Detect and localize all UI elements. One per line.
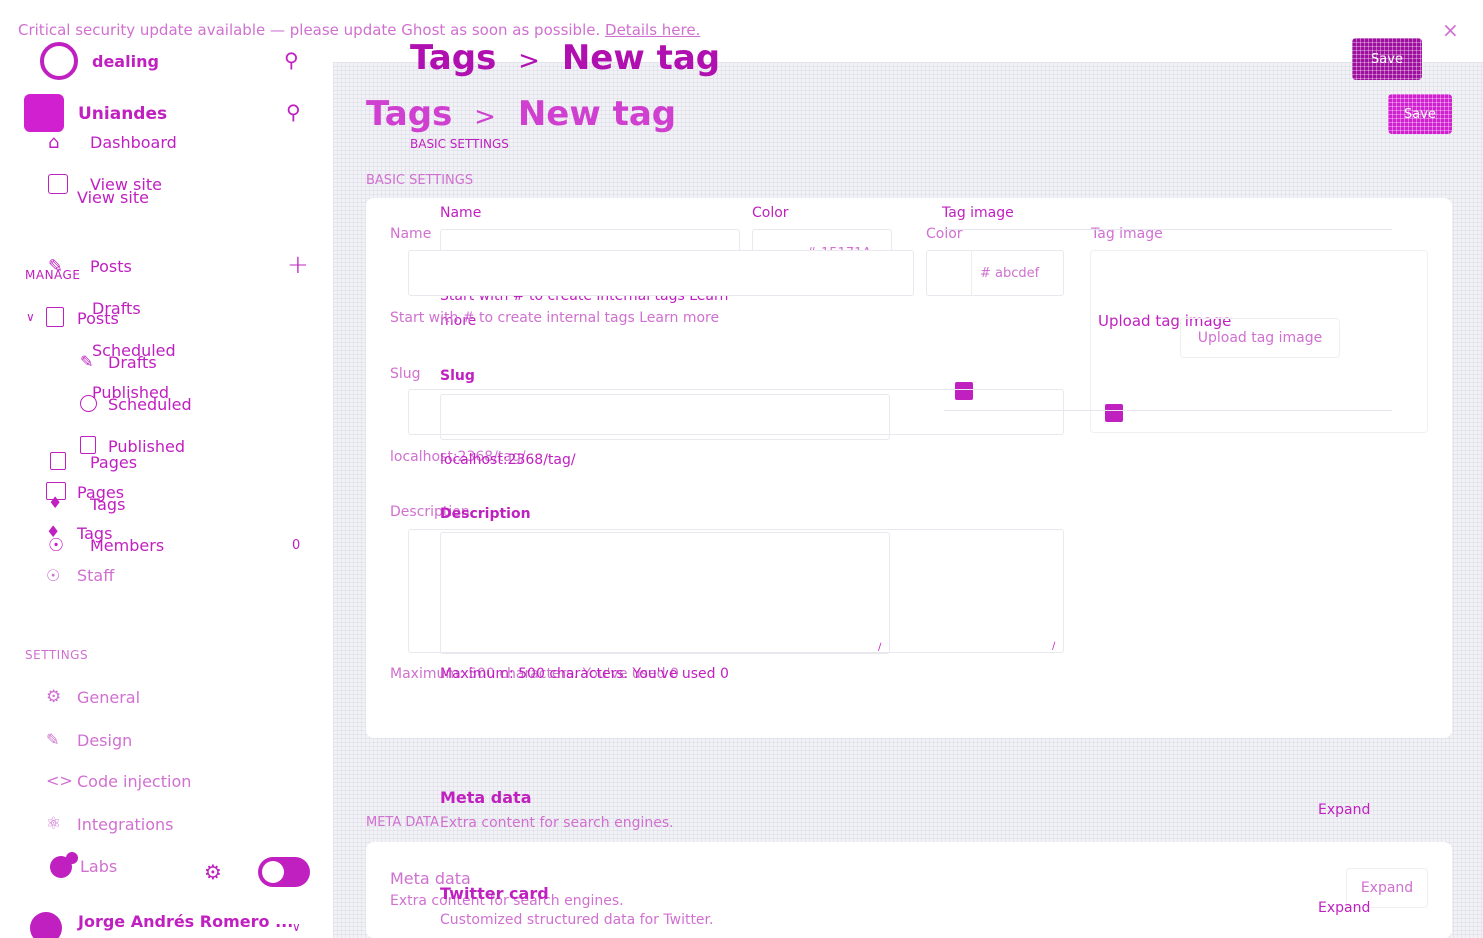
resize-handle-icon[interactable]: ∕ <box>1052 641 1055 652</box>
breadcrumb-current: New tag <box>517 94 677 134</box>
description-textarea[interactable] <box>408 529 1064 653</box>
site-logo-icon <box>40 42 78 80</box>
slug-input[interactable] <box>408 389 1064 435</box>
divider-top <box>944 229 1392 230</box>
chevron-down-icon[interactable]: ∨ <box>26 310 35 324</box>
name-input[interactable] <box>408 250 914 296</box>
site-name[interactable]: Uniandes <box>78 104 167 124</box>
sidebar-item-view-site-alt[interactable]: View site <box>77 188 149 207</box>
sidebar-item-scheduled-alt[interactable]: Scheduled <box>108 395 192 414</box>
meta-expand-button-ghost[interactable]: Expand <box>1318 802 1370 818</box>
sidebar-item-pages[interactable]: Pages <box>90 453 137 472</box>
description-hint-ghost: Maximum: 500 characters. You've used 0 <box>440 666 729 682</box>
user-name[interactable]: Jorge Andrés Romero ... <box>78 912 293 931</box>
search-icon[interactable]: ⚲ <box>284 48 299 72</box>
breadcrumb-parent[interactable]: Tags <box>366 94 452 134</box>
color-value: # abcdef <box>980 266 1040 281</box>
breadcrumb-separator-ghost: > <box>518 46 540 76</box>
pencil-icon: ✎ <box>80 352 94 371</box>
page-title-ghost: Tags > New tag <box>410 38 720 78</box>
sidebar-item-drafts-alt[interactable]: Drafts <box>108 353 157 372</box>
sidebar-item-tags[interactable]: Tags <box>90 495 125 514</box>
description-label-ghost: Description <box>440 506 531 522</box>
settings-header: SETTINGS <box>25 648 89 662</box>
dark-mode-toggle[interactable] <box>258 857 310 887</box>
color-label-ghost: Color <box>752 205 789 221</box>
twitter-card-title: Twitter card <box>440 884 549 903</box>
banner-details-link[interactable]: Details here. <box>605 21 700 39</box>
tag-image-label-ghost: Tag image <box>942 205 1014 221</box>
sidebar-item-members[interactable]: Members <box>90 536 164 555</box>
basic-settings-heading: BASIC SETTINGS <box>366 173 474 188</box>
pages-icon <box>50 452 66 470</box>
sidebar-item-labs[interactable]: Labs <box>80 857 117 876</box>
meta-data-heading: META DATA <box>366 815 439 830</box>
resize-handle-icon-ghost[interactable]: ∕ <box>878 642 881 653</box>
members-icon: ☉ <box>48 535 65 556</box>
view-site-icon <box>48 174 68 194</box>
slug-label: Slug <box>390 366 421 382</box>
sidebar-item-drafts[interactable]: Drafts <box>92 299 141 318</box>
add-post-icon[interactable]: + <box>287 250 309 280</box>
color-swatch[interactable] <box>926 250 972 296</box>
home-icon: ⌂ <box>48 132 60 153</box>
basic-settings-heading-ghost: BASIC SETTINGS <box>410 137 509 151</box>
sidebar-item-code-injection[interactable]: Code injection <box>77 772 191 791</box>
posts-icon: ✎ <box>48 256 64 277</box>
name-hint: Start with # to create internal tags Lea… <box>390 310 720 326</box>
banner-text: Critical security update available — ple… <box>18 21 700 39</box>
save-button[interactable]: Save <box>1388 94 1452 134</box>
description-hint-text-ghost: Maximum: 500 characters. You've used <box>440 666 716 682</box>
sidebar-item-dashboard[interactable]: Dashboard <box>90 133 177 152</box>
sidebar-item-integrations[interactable]: Integrations <box>77 815 174 834</box>
code-icon: <> <box>46 771 73 790</box>
site-title[interactable]: dealing <box>92 52 159 71</box>
breadcrumb-separator: > <box>474 102 496 132</box>
tag-icon: ♦ <box>48 493 63 512</box>
site-icon <box>24 94 64 132</box>
image-icon <box>1105 404 1123 422</box>
search-icon-2[interactable]: ⚲ <box>286 100 301 124</box>
staff-icon: ☉ <box>46 566 61 585</box>
name-label-ghost: Name <box>440 205 482 221</box>
gear-icon: ⚙ <box>46 687 62 707</box>
settings-gear-icon[interactable]: ⚙ <box>204 860 222 884</box>
posts-list-icon <box>46 307 64 327</box>
slug-hint-ghost: localhost:2368/tag/ <box>440 452 576 468</box>
sidebar-item-staff[interactable]: Staff <box>77 566 114 585</box>
meta-data-title-ghost: Meta data <box>440 788 532 807</box>
banner-message: Critical security update available — ple… <box>18 21 601 39</box>
close-icon[interactable]: × <box>1442 18 1459 42</box>
integrations-icon: ⚛ <box>46 814 62 834</box>
upload-tag-image-button[interactable]: Upload tag image <box>1180 318 1340 358</box>
description-count-ghost: 0 <box>720 666 729 682</box>
sidebar-item-general[interactable]: General <box>77 688 140 707</box>
slug-label-ghost: Slug <box>440 368 475 384</box>
page-title: Tags > New tag <box>366 94 676 134</box>
name-label: Name <box>390 226 432 242</box>
breadcrumb-parent-ghost[interactable]: Tags <box>410 38 496 78</box>
sidebar-item-posts[interactable]: Posts <box>90 257 132 276</box>
brush-icon: ✎ <box>46 730 60 749</box>
meta-data-subtitle-ghost: Extra content for search engines. <box>440 815 674 831</box>
sidebar-item-design[interactable]: Design <box>77 731 132 750</box>
avatar[interactable] <box>30 912 62 938</box>
members-count: 0 <box>292 538 301 553</box>
save-button-ghost[interactable]: Save <box>1352 38 1422 80</box>
twitter-expand-button[interactable]: Expand <box>1318 900 1370 916</box>
user-menu-chevron-icon[interactable]: ∨ <box>292 920 301 934</box>
labs-icon <box>46 852 78 890</box>
clock-icon <box>80 395 97 412</box>
published-icon <box>80 436 96 454</box>
twitter-card-subtitle: Customized structured data for Twitter. <box>440 912 714 928</box>
breadcrumb-current-ghost: New tag <box>561 38 721 78</box>
